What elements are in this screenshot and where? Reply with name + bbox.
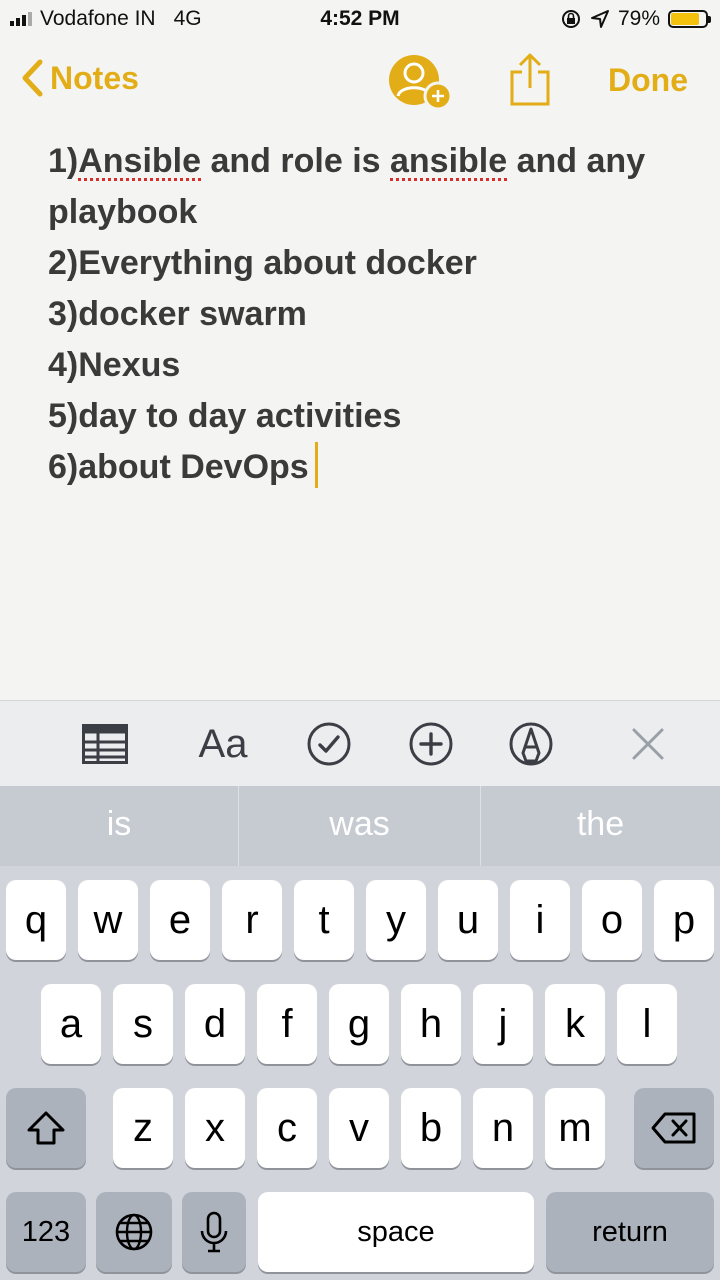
key-f[interactable]: f (257, 984, 317, 1064)
battery-percent: 79% (617, 7, 660, 30)
suggestion-3[interactable]: the (481, 786, 720, 866)
share-button[interactable] (508, 52, 552, 113)
nav-bar: Notes Done (0, 44, 720, 120)
numbers-key[interactable]: 123 (6, 1192, 86, 1272)
key-z[interactable]: z (113, 1088, 173, 1168)
suggestion-1[interactable]: is (0, 786, 238, 866)
add-person-icon (389, 55, 453, 111)
checkmark-circle-icon (307, 722, 351, 766)
backspace-icon (651, 1112, 696, 1144)
misspelled-word: Ansible (78, 142, 202, 180)
globe-key[interactable] (96, 1192, 172, 1272)
key-x[interactable]: x (185, 1088, 245, 1168)
dictation-key[interactable] (182, 1192, 246, 1272)
key-o[interactable]: o (582, 880, 642, 960)
key-r[interactable]: r (222, 880, 282, 960)
note-line-3: 2)Everything about docker (48, 244, 477, 282)
key-k[interactable]: k (545, 984, 605, 1064)
format-toolbar: Aa (0, 700, 720, 787)
back-button[interactable]: Notes (20, 58, 139, 98)
text-cursor (314, 442, 318, 488)
suggestion-2[interactable]: was (239, 786, 480, 866)
space-key[interactable]: space (258, 1192, 534, 1272)
back-label: Notes (50, 59, 139, 96)
done-button[interactable]: Done (608, 62, 688, 99)
key-u[interactable]: u (438, 880, 498, 960)
note-line-6: 5)day to day activities (48, 397, 402, 435)
plus-circle-icon (409, 722, 453, 766)
chevron-left-icon (22, 59, 43, 97)
text-span: and role is (201, 142, 390, 180)
delete-key[interactable] (634, 1088, 714, 1168)
key-l[interactable]: l (617, 984, 677, 1064)
note-body[interactable]: 1)Ansible and role is ansible and any pl… (48, 136, 698, 493)
note-line-7: 6)about DevOps (48, 442, 698, 493)
markup-button[interactable] (508, 721, 554, 767)
shift-key[interactable] (6, 1088, 86, 1168)
rotation-lock-icon (561, 10, 580, 28)
pen-markup-icon (509, 722, 553, 766)
keyboard: q w e r t y u i o p a s d f g h j k l z … (0, 866, 720, 1280)
key-p[interactable]: p (654, 880, 714, 960)
location-icon (590, 10, 609, 28)
text-span: 6)about DevOps (48, 448, 309, 486)
key-m[interactable]: m (545, 1088, 605, 1168)
key-t[interactable]: t (294, 880, 354, 960)
key-j[interactable]: j (473, 984, 533, 1064)
checklist-button[interactable] (306, 721, 352, 767)
text-format-button[interactable]: Aa (190, 721, 256, 767)
key-g[interactable]: g (329, 984, 389, 1064)
battery-icon (668, 10, 711, 28)
note-line-2: playbook (48, 193, 198, 231)
share-icon (510, 53, 550, 106)
close-toolbar-button[interactable] (628, 721, 668, 767)
note-line-5: 4)Nexus (48, 346, 181, 384)
key-v[interactable]: v (329, 1088, 389, 1168)
table-icon (82, 724, 128, 764)
list-number: 1) (48, 142, 79, 180)
misspelled-word: ansible (390, 142, 508, 180)
key-i[interactable]: i (510, 880, 570, 960)
key-q[interactable]: q (6, 880, 66, 960)
add-people-button[interactable] (388, 52, 456, 117)
note-line-1: 1)Ansible and role is ansible and any (48, 136, 698, 187)
key-h[interactable]: h (401, 984, 461, 1064)
key-a[interactable]: a (41, 984, 101, 1064)
key-w[interactable]: w (78, 880, 138, 960)
microphone-icon (200, 1211, 228, 1253)
shift-icon (27, 1111, 65, 1145)
return-key[interactable]: return (546, 1192, 714, 1272)
key-c[interactable]: c (257, 1088, 317, 1168)
key-d[interactable]: d (185, 984, 245, 1064)
key-b[interactable]: b (401, 1088, 461, 1168)
close-icon (632, 728, 664, 760)
table-button[interactable] (82, 721, 128, 767)
key-y[interactable]: y (366, 880, 426, 960)
status-bar: Vodafone IN 4G 4:52 PM 79% (0, 0, 720, 40)
text-span: and any (507, 142, 646, 180)
predictive-bar: is was the (0, 786, 720, 866)
insert-button[interactable] (408, 721, 454, 767)
note-line-4: 3)docker swarm (48, 295, 307, 333)
key-n[interactable]: n (473, 1088, 533, 1168)
key-s[interactable]: s (113, 984, 173, 1064)
globe-icon (115, 1213, 153, 1251)
key-e[interactable]: e (150, 880, 210, 960)
status-right: 79% (560, 7, 711, 31)
